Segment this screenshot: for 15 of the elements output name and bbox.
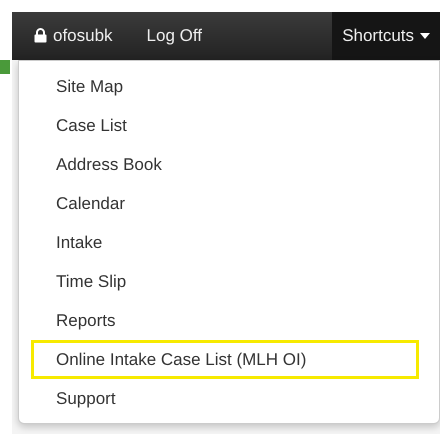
menu-item[interactable]: Online Intake Case List (MLH OI) bbox=[31, 340, 419, 379]
lock-icon bbox=[34, 28, 47, 42]
page-edge-strip bbox=[0, 60, 10, 74]
menu-item[interactable]: Address Book bbox=[31, 145, 419, 184]
menu-item[interactable]: Site Map bbox=[31, 67, 419, 106]
menu-item[interactable]: Case List bbox=[31, 106, 419, 145]
menu-item[interactable]: Reports bbox=[31, 301, 419, 340]
caret-icon bbox=[420, 33, 430, 39]
menu-item[interactable]: Support bbox=[31, 379, 419, 418]
nav-link[interactable]: Log Off bbox=[136, 12, 212, 60]
nav-link[interactable]: ofosubk bbox=[24, 12, 123, 60]
nav-link[interactable]: Shortcuts bbox=[332, 12, 440, 60]
menu-item[interactable]: Time Slip bbox=[31, 262, 419, 301]
menu-item[interactable]: Calendar bbox=[31, 184, 419, 223]
menu-item[interactable]: Intake bbox=[31, 223, 419, 262]
